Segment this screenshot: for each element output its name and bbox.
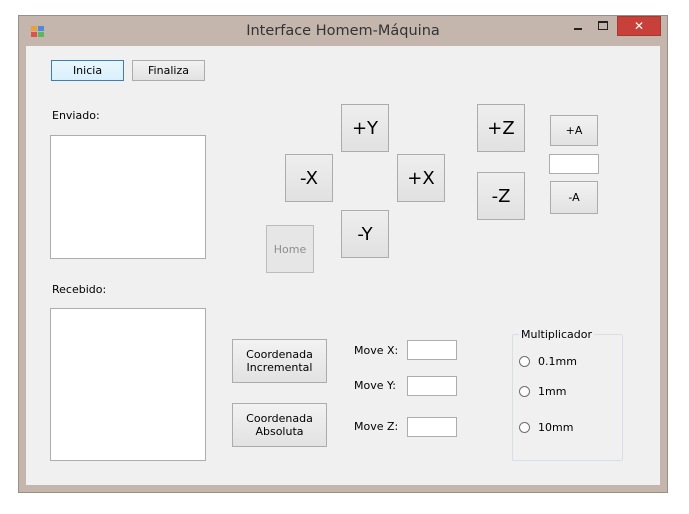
coordenada-incremental-button[interactable]: Coordenada Incremental <box>232 339 327 383</box>
minus-z-button[interactable]: -Z <box>477 172 525 220</box>
title-bar[interactable]: Interface Homem-Máquina ✕ <box>19 16 667 46</box>
move-y-input[interactable] <box>407 376 457 396</box>
minus-x-button[interactable]: -X <box>285 154 333 202</box>
main-window: Interface Homem-Máquina ✕ Inicia Finaliz… <box>18 15 668 493</box>
radio-label: 1mm <box>538 385 567 398</box>
a-value-input[interactable] <box>549 154 599 174</box>
move-z-input[interactable] <box>407 417 457 437</box>
radio-1mm[interactable]: 1mm <box>519 385 566 398</box>
radio-button-icon <box>519 386 530 397</box>
inicia-button[interactable]: Inicia <box>51 60 124 81</box>
radio-label: 10mm <box>538 421 574 434</box>
close-button[interactable]: ✕ <box>617 16 661 36</box>
close-icon: ✕ <box>633 19 645 33</box>
home-button[interactable]: Home <box>266 225 314 273</box>
move-x-label: Move X: <box>354 344 399 357</box>
move-y-label: Move Y: <box>354 379 396 392</box>
radio-0-1mm[interactable]: 0.1mm <box>519 355 577 368</box>
recebido-textarea[interactable] <box>50 308 206 461</box>
move-z-label: Move Z: <box>354 420 399 433</box>
minus-a-button[interactable]: -A <box>550 181 598 214</box>
radio-label: 0.1mm <box>538 355 577 368</box>
enviado-textarea[interactable] <box>50 135 206 259</box>
radio-button-icon <box>519 356 530 367</box>
plus-a-button[interactable]: +A <box>550 115 598 146</box>
finaliza-button[interactable]: Finaliza <box>132 60 205 81</box>
plus-x-button[interactable]: +X <box>397 154 445 202</box>
maximize-button[interactable] <box>591 16 617 36</box>
move-x-input[interactable] <box>407 340 457 360</box>
plus-y-button[interactable]: +Y <box>341 104 389 152</box>
recebido-label: Recebido: <box>52 283 107 296</box>
radio-10mm[interactable]: 10mm <box>519 421 573 434</box>
coordenada-absoluta-button[interactable]: Coordenada Absoluta <box>232 403 327 447</box>
radio-button-icon <box>519 422 530 433</box>
plus-z-button[interactable]: +Z <box>477 104 525 152</box>
minimize-button[interactable] <box>565 16 591 36</box>
enviado-label: Enviado: <box>52 109 100 122</box>
multiplicador-groupbox: Multiplicador 0.1mm 1mm 10mm <box>512 328 623 461</box>
minus-y-button[interactable]: -Y <box>341 210 389 258</box>
form-client-area: Inicia Finaliza Enviado: Recebido: +Y -X… <box>26 46 660 485</box>
multiplicador-title: Multiplicador <box>519 328 595 341</box>
